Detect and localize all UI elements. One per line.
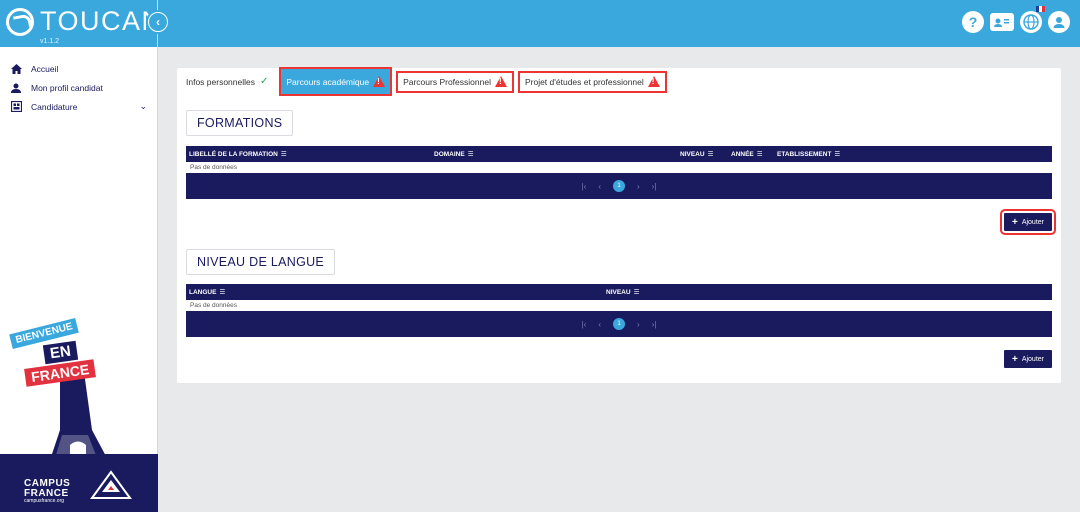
id-card-icon[interactable] (990, 13, 1014, 31)
account-icon[interactable] (1048, 11, 1070, 33)
empty-message: Pas de données (190, 302, 237, 309)
column-header-etablissement[interactable]: ETABLISSEMENT ☰ (777, 150, 840, 158)
column-header-niveau[interactable]: NIVEAU ☰ (606, 288, 639, 296)
tab-label: Infos personnelles (186, 76, 255, 87)
sort-icon: ☰ (467, 151, 474, 158)
prev-page-icon[interactable]: ‹ (598, 320, 601, 329)
next-page-icon[interactable]: › (637, 182, 640, 191)
tab-parcours-professionnel[interactable]: Parcours Professionnel (396, 70, 514, 93)
help-icon[interactable]: ? (962, 11, 984, 33)
tab-parcours-academique[interactable]: Parcours académique (279, 67, 393, 96)
sidebar-item-label: Accueil (31, 63, 59, 74)
table-header: LIBELLÉ DE LA FORMATION ☰ DOMAINE ☰ NIVEAU… (186, 146, 1052, 162)
column-label: LIBELLÉ DE LA FORMATION (189, 151, 278, 158)
form-tabs: Infos personnelles ✓ Parcours académique… (177, 67, 672, 96)
sidebar-item-candidature[interactable]: Candidature ⌄ (0, 97, 157, 116)
column-header-domaine[interactable]: DOMAINE ☰ (434, 150, 474, 158)
column-label: ETABLISSEMENT (777, 151, 832, 158)
formations-title: FORMATIONS (186, 110, 294, 136)
button-label: Ajouter (1021, 355, 1044, 363)
column-header-niveau[interactable]: NIVEAU ☰ (680, 150, 713, 158)
user-icon (10, 82, 22, 94)
topbar-actions: ? (962, 6, 1070, 33)
last-page-icon[interactable]: ›| (652, 320, 657, 329)
chevron-down-icon: ⌄ (139, 101, 147, 111)
sort-icon: ☰ (280, 151, 287, 158)
column-header-libelle[interactable]: LIBELLÉ DE LA FORMATION ☰ (189, 150, 287, 158)
plus-icon: + (1011, 216, 1018, 228)
first-page-icon[interactable]: |‹ (582, 320, 587, 329)
pagination: |‹ ‹ 1 › ›| (186, 311, 1052, 337)
campus-france-logo-icon (90, 470, 132, 499)
sort-icon: ☰ (633, 289, 640, 296)
prev-page-icon[interactable]: ‹ (598, 182, 601, 191)
check-icon: ✓ (260, 76, 269, 87)
campus-france-logo-text: CAMPUS FRANCE (24, 479, 70, 499)
column-label: ANNÉE (731, 151, 754, 158)
home-icon (10, 63, 22, 75)
add-langue-button[interactable]: + Ajouter (1003, 350, 1052, 368)
campus-france-band: CAMPUS FRANCE campusfrance.org (0, 454, 158, 512)
warning-icon (373, 76, 386, 87)
column-header-langue[interactable]: LANGUE ☰ (189, 288, 225, 296)
chevron-left-icon: ‹ (149, 13, 167, 31)
warning-icon (647, 76, 660, 87)
tab-label: Parcours académique (286, 76, 370, 87)
last-page-icon[interactable]: ›| (652, 182, 657, 191)
brand-header: TOUCAN v1.1.2 (0, 0, 161, 47)
tab-projet-etudes[interactable]: Projet d'études et professionnel (517, 70, 667, 93)
next-page-icon[interactable]: › (637, 320, 640, 329)
sidebar-item-label: Candidature (31, 101, 78, 112)
first-page-icon[interactable]: |‹ (582, 182, 587, 191)
page-number[interactable]: 1 (613, 318, 625, 330)
french-flag-icon (1036, 6, 1045, 12)
sidebar-nav: Accueil Mon profil candidat Candidature … (0, 47, 157, 116)
sidebar-item-accueil[interactable]: Accueil (0, 59, 157, 78)
sidebar-item-label: Mon profil candidat (31, 82, 103, 93)
column-header-annee[interactable]: ANNÉE ☰ (731, 150, 763, 158)
sort-icon: ☰ (756, 151, 763, 158)
page-number[interactable]: 1 (613, 180, 625, 192)
warning-icon (494, 76, 507, 87)
sort-icon: ☰ (219, 289, 226, 296)
langue-table: LANGUE ☰ NIVEAU ☰ Pas de données |‹ ‹ 1 › … (186, 284, 1052, 337)
empty-message: Pas de données (190, 164, 237, 171)
tab-infos-personnelles[interactable]: Infos personnelles ✓ (177, 71, 274, 93)
column-label: NIVEAU (680, 151, 705, 158)
app-version: v1.1.2 (40, 38, 60, 45)
campus-france-url: campusfrance.org (24, 498, 65, 504)
candidate-form-panel: Infos personnelles ✓ Parcours académique… (177, 67, 1061, 383)
brand-name: TOUCAN (40, 6, 163, 36)
sort-icon: ☰ (707, 151, 714, 158)
pagination: |‹ ‹ 1 › ›| (186, 173, 1052, 199)
button-label: Ajouter (1021, 218, 1044, 226)
sidebar: TOUCAN v1.1.2 ‹ Accueil Mon profil candi… (0, 0, 170, 512)
add-formation-button[interactable]: + Ajouter (999, 209, 1057, 235)
toucan-logo-icon (6, 8, 34, 36)
bienvenue-en-france-badge: BIENVENUE EN FRANCE CAMPUS FRANCE campus… (0, 310, 158, 512)
column-label: LANGUE (189, 289, 217, 296)
plus-icon: + (1011, 353, 1018, 365)
column-label: DOMAINE (434, 151, 465, 158)
collapse-sidebar-button[interactable]: ‹ (146, 10, 170, 34)
column-label: NIVEAU (606, 289, 631, 296)
sidebar-item-profil[interactable]: Mon profil candidat (0, 78, 157, 97)
tab-label: Projet d'études et professionnel (524, 76, 644, 87)
topbar: ? (158, 0, 1080, 47)
tab-label: Parcours Professionnel (403, 76, 491, 87)
formations-table: LIBELLÉ DE LA FORMATION ☰ DOMAINE ☰ NIVEAU… (186, 146, 1052, 199)
language-globe-icon[interactable] (1020, 6, 1045, 33)
table-header: LANGUE ☰ NIVEAU ☰ (186, 284, 1052, 300)
dashboard-icon (10, 101, 22, 113)
niveau-langue-title: NIVEAU DE LANGUE (186, 249, 336, 275)
sort-icon: ☰ (834, 151, 841, 158)
